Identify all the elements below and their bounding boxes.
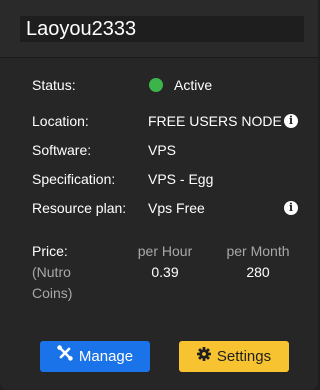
per-month-value: 280 xyxy=(246,264,270,280)
status-indicator-icon xyxy=(149,78,163,92)
settings-button[interactable]: Settings xyxy=(179,341,289,372)
price-unit-line2: Coins) xyxy=(32,285,73,301)
resource-plan-label: Resource plan: xyxy=(32,200,127,216)
software-label: Software: xyxy=(32,142,92,158)
specification-value: VPS - Egg xyxy=(148,171,214,187)
price-title: Price: xyxy=(32,243,68,259)
manage-label: Manage xyxy=(78,348,134,365)
card-header: Laoyou2333 xyxy=(0,0,318,58)
status-label: Status: xyxy=(32,77,76,93)
manage-button[interactable]: Manage xyxy=(40,341,150,372)
location-label: Location: xyxy=(32,113,89,129)
software-value: VPS xyxy=(148,142,177,158)
resource-plan-info-icon[interactable]: i xyxy=(284,201,298,215)
status-row: Status: Active xyxy=(32,75,292,95)
resource-plan-value: Vps Free xyxy=(148,200,205,216)
per-hour-label: per Hour xyxy=(137,243,193,259)
per-hour-value: 0.39 xyxy=(151,264,179,280)
settings-label: Settings xyxy=(216,348,272,365)
price-per-hour: per Hour 0.39 xyxy=(120,241,210,283)
software-row: Software: VPS xyxy=(32,140,292,160)
server-name: Laoyou2333 xyxy=(20,16,304,42)
location-info-icon[interactable]: i xyxy=(284,114,298,128)
location-value: FREE USERS NODE xyxy=(148,113,282,129)
tools-icon xyxy=(57,341,73,372)
price-per-month: per Month 280 xyxy=(213,241,303,283)
per-month-label: per Month xyxy=(226,243,290,259)
resource-plan-row: Resource plan: Vps Free i xyxy=(32,198,302,218)
price-unit-line1: (Nutro xyxy=(32,264,71,280)
gear-icon xyxy=(196,341,211,372)
price-label: Price: (Nutro Coins) xyxy=(32,241,112,304)
specification-label: Specification: xyxy=(32,171,116,187)
location-row: Location: FREE USERS NODE i xyxy=(32,111,302,131)
specification-row: Specification: VPS - Egg xyxy=(32,169,292,189)
server-card: Laoyou2333 Status: Active Location: FREE… xyxy=(0,0,318,390)
status-value: Active xyxy=(174,77,213,93)
